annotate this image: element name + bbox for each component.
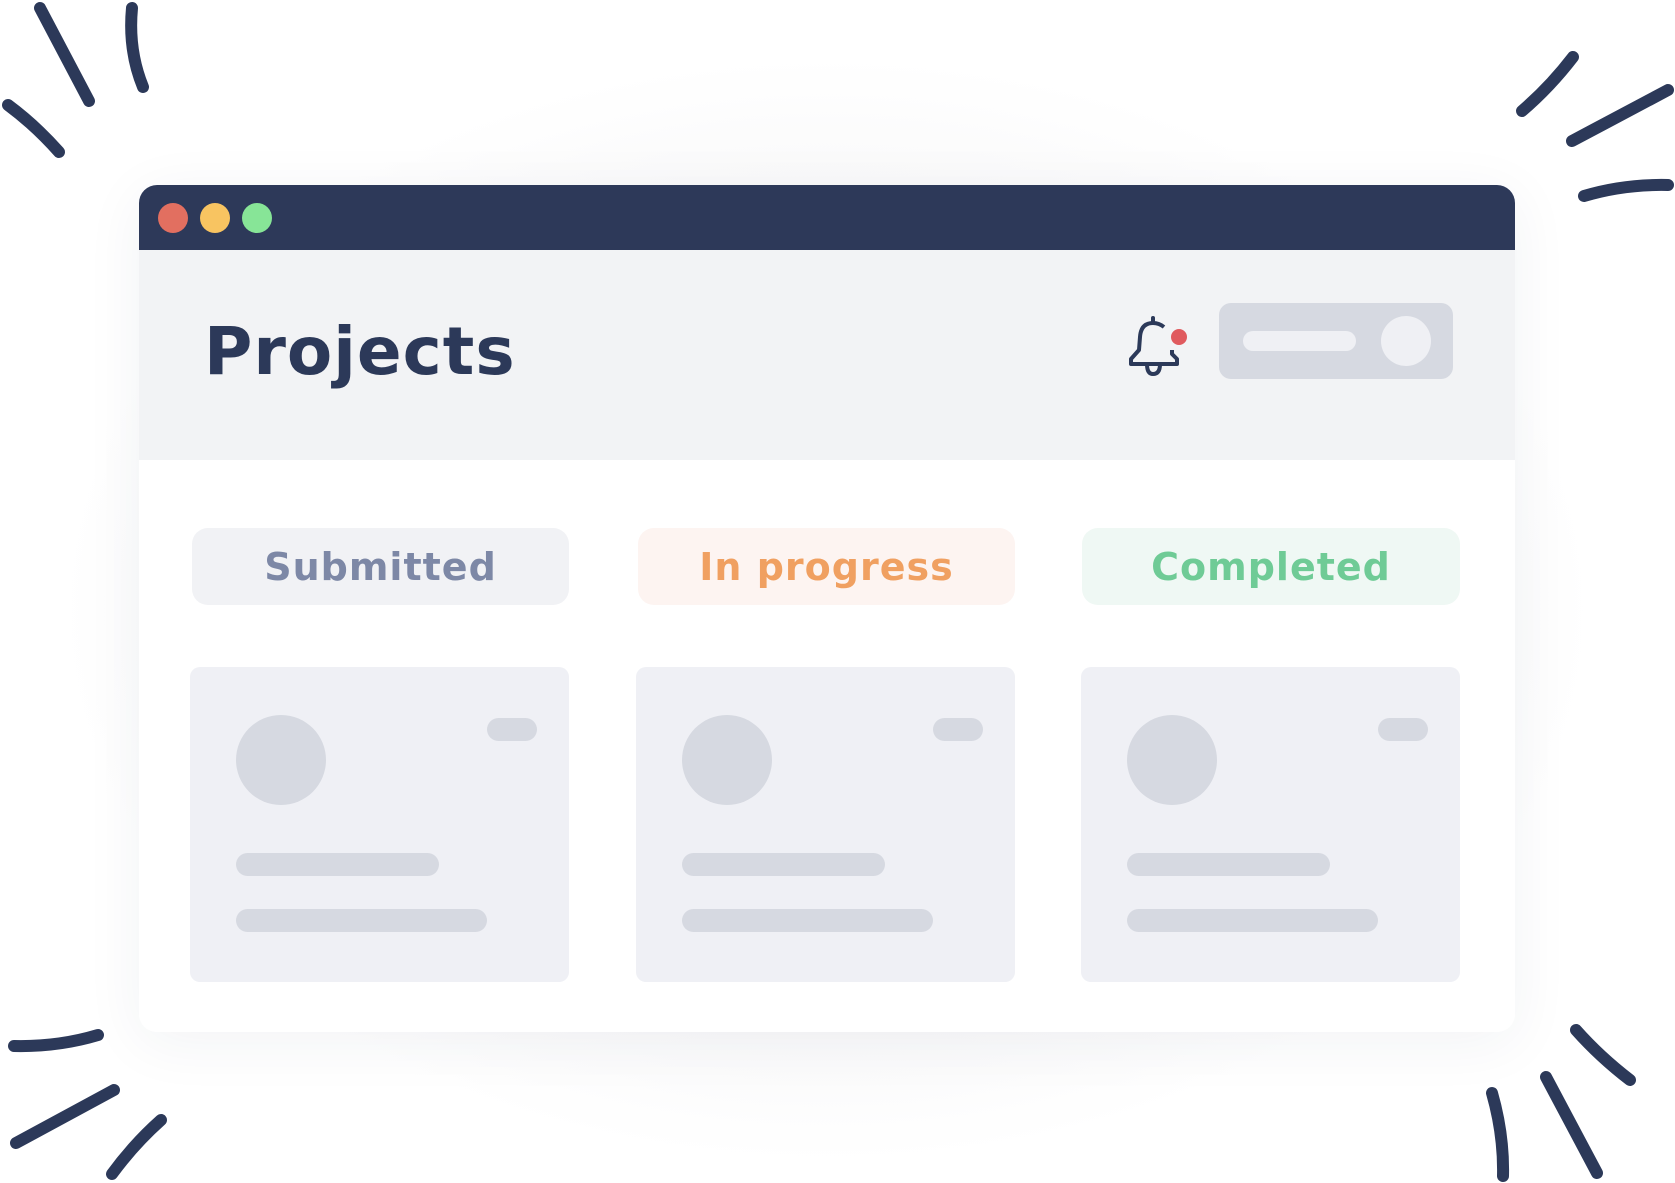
ray-stroke	[1540, 1071, 1603, 1179]
card-description-placeholder	[682, 909, 933, 932]
card-avatar	[682, 715, 772, 805]
card-tag	[487, 718, 537, 741]
card-title-placeholder	[1127, 853, 1330, 876]
column-header-submitted[interactable]: Submitted	[192, 528, 569, 605]
card-description-placeholder	[236, 909, 487, 932]
column-label: In progress	[699, 544, 954, 589]
card-tag	[933, 718, 983, 741]
project-card[interactable]	[190, 667, 569, 982]
project-card[interactable]	[636, 667, 1015, 982]
ray-stroke	[10, 1084, 120, 1149]
card-avatar	[236, 715, 326, 805]
ray-stroke	[2, 99, 65, 158]
card-title-placeholder	[236, 853, 439, 876]
ray-stroke	[1578, 178, 1674, 202]
column-header-completed[interactable]: Completed	[1082, 528, 1460, 605]
maximize-window-button[interactable]	[242, 203, 272, 233]
board: Submitted In progress Completed	[139, 460, 1515, 1032]
card-title-placeholder	[682, 853, 885, 876]
column-label: Submitted	[264, 544, 497, 589]
notifications-button[interactable]	[1126, 310, 1188, 382]
user-menu-button[interactable]	[1219, 303, 1453, 379]
ray-stroke	[1566, 84, 1674, 147]
card-tag	[1378, 718, 1428, 741]
ray-stroke	[1570, 1024, 1636, 1086]
app-window: Projects Submitted In progress Completed	[139, 185, 1515, 1032]
window-titlebar	[139, 185, 1515, 250]
card-avatar	[1127, 715, 1217, 805]
minimize-window-button[interactable]	[200, 203, 230, 233]
card-description-placeholder	[1127, 909, 1378, 932]
page-title: Projects	[204, 313, 516, 390]
ray-stroke	[125, 2, 149, 93]
username-placeholder	[1243, 331, 1356, 351]
avatar	[1381, 316, 1431, 366]
column-header-in-progress[interactable]: In progress	[638, 528, 1015, 605]
ray-stroke	[34, 2, 95, 107]
ray-stroke	[106, 1114, 167, 1180]
notification-badge	[1171, 329, 1187, 345]
bell-icon	[1129, 316, 1179, 377]
ray-stroke	[1516, 51, 1579, 117]
ray-stroke	[1486, 1087, 1510, 1182]
page-header: Projects	[139, 250, 1515, 460]
column-label: Completed	[1151, 544, 1391, 589]
ray-stroke	[8, 1029, 104, 1053]
close-window-button[interactable]	[158, 203, 188, 233]
project-card[interactable]	[1081, 667, 1460, 982]
